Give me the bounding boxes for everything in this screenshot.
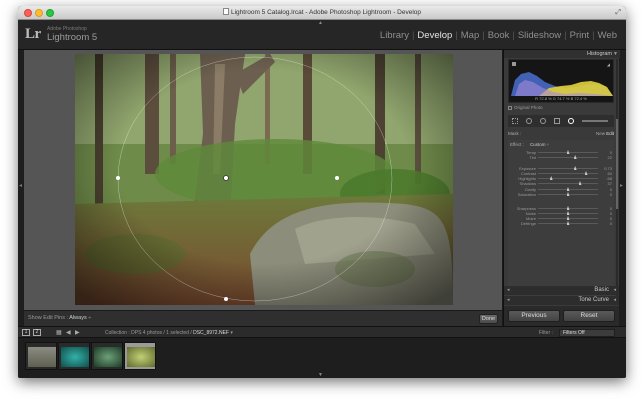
panel-button-bar: Previous Reset [503,306,619,326]
panel-scrollbar[interactable] [616,59,618,299]
slider-value: 22 [607,155,612,160]
spot-removal-icon[interactable] [526,118,532,124]
collapse-filmstrip-icon[interactable]: ▼ [318,372,323,378]
slider-track[interactable] [538,183,598,184]
slider-label: Tint [529,155,536,160]
crop-tool-icon[interactable] [512,118,518,124]
lightroom-logo: Lr [25,26,41,42]
histogram-header[interactable]: Histogram ▼ [504,50,620,58]
brand-name: Adobe Photoshop Lightroom 5 [47,26,98,43]
slider-track[interactable] [538,173,598,174]
slider-defringe[interactable]: Defringe 0 [508,221,614,226]
filmstrip-source[interactable]: Collection : DPS 4 photos / 1 selected /… [105,330,233,336]
module-book[interactable]: Book [485,30,513,41]
forest-photo [75,54,453,305]
expand-left-panel-icon[interactable]: ◂ [19,182,22,189]
photo-preview[interactable] [75,54,453,305]
effect-preset[interactable]: Effect : Custom ÷ [510,142,549,147]
slider-value: 0 [609,192,612,197]
filmstrip: ▼ [18,338,626,378]
histogram-readout: R 72.8 % G 74.7 % B 72.4 % [535,96,587,101]
expand-triangle-icon[interactable]: ◂ [613,287,616,293]
photo-canvas[interactable] [24,50,502,310]
tone-curve-panel-header[interactable]: ◂ Tone Curve ◂ [503,296,619,305]
module-print[interactable]: Print [567,30,593,41]
mask-edit-button[interactable]: Edit [606,131,614,136]
original-photo-checkbox[interactable]: Original Photo [508,105,543,110]
module-picker: Library | Develop | Map | Book | Slideshow | Print… [377,30,620,41]
mask-new-button[interactable]: New [596,131,605,136]
collapse-right-panel-icon[interactable]: ▸ [620,182,623,189]
page-1-button[interactable]: 1 [22,329,30,336]
slider-track[interactable] [538,178,598,179]
collapse-triangle-icon[interactable]: ▼ [613,51,618,57]
slider-label: Defringe [520,221,536,226]
basic-panel-header[interactable]: ◂ Basic ◂ [503,286,619,295]
tool-strip [508,115,614,127]
module-develop[interactable]: Develop [414,30,455,41]
module-library[interactable]: Library [377,30,412,41]
thumbnail-image [94,347,122,367]
radial-filter-panel: Effect : Custom ÷ Temp 0 Tint 22 Exposure 0.73… [508,140,614,300]
right-panel-toggle[interactable]: ▸ [619,50,626,326]
mask-row: Mask : New Edit [508,131,614,136]
lightroom-window: Lightroom 5 Catalog.lrcat - Adobe Photos… [18,6,626,378]
slider-tint[interactable]: Tint 22 [508,155,614,160]
slider-label: Saturation [517,192,536,197]
histogram[interactable]: ◢ R 72.8 % G 74.7 % B 72.4 % [508,59,614,103]
filter-select[interactable]: Filters Off [559,329,615,337]
slider-label: Shadows [519,181,536,186]
collapse-top-panel-icon[interactable]: ▲ [318,20,323,26]
slider-shadows[interactable]: Shadows 37 [508,181,614,186]
slider-track[interactable] [538,168,598,169]
brush-slider[interactable] [582,120,608,122]
graduated-filter-icon[interactable] [554,118,560,124]
title-bar: Lightroom 5 Catalog.lrcat - Adobe Photos… [18,6,626,20]
slider-value: 37 [607,181,612,186]
filmstrip-toolbar: 1 2 ▦ ◀ ▶ Collection : DPS 4 photos / 1 … [18,326,626,338]
slider-saturation[interactable]: Saturation 0 [508,192,614,197]
filmstrip-thumb[interactable] [58,342,90,370]
previous-button[interactable]: Previous [508,310,560,322]
show-edit-pins-control[interactable]: Show Edit Pins : Always ÷ [28,315,91,321]
module-web[interactable]: Web [595,30,620,41]
slider-value: 0 [609,221,612,226]
solo-icon: ◂ [507,287,510,293]
thumbnail-image [61,347,89,367]
filmstrip-thumb-selected[interactable] [124,342,156,370]
red-eye-icon[interactable] [540,118,546,124]
module-map[interactable]: Map [458,30,482,41]
highlight-clipping-icon[interactable]: ◢ [607,62,610,67]
grid-view-icon[interactable]: ▦ [56,329,62,336]
reset-button[interactable]: Reset [563,310,615,322]
thumbnail-image [28,347,56,367]
forward-arrow-icon[interactable]: ▶ [75,329,80,336]
window-title: Lightroom 5 Catalog.lrcat - Adobe Photos… [18,8,626,16]
slider-track[interactable] [538,157,598,158]
radial-filter-icon[interactable] [568,118,574,124]
checkbox-icon [508,106,512,110]
identity-plate-bar: ▲ Lr Adobe Photoshop Lightroom 5 Library… [18,20,626,50]
filmstrip-thumb[interactable] [91,342,123,370]
right-panel: Histogram ▼ ◢ R 72.8 % G 74.7 % B 72.4 %… [503,50,620,326]
shadow-clipping-icon[interactable] [512,62,516,66]
page-2-button[interactable]: 2 [33,329,41,336]
filmstrip-thumb[interactable] [25,342,57,370]
expand-triangle-icon[interactable]: ◂ [613,297,616,303]
document-icon [222,8,229,15]
module-slideshow[interactable]: Slideshow [515,30,564,41]
back-arrow-icon[interactable]: ◀ [66,329,71,336]
scroll-thumb[interactable] [616,119,618,209]
done-button[interactable]: Done [479,314,498,324]
develop-toolbar: Show Edit Pins : Always ÷ Done [24,310,502,326]
solo-icon: ◂ [507,297,510,303]
thumbnail-image [127,347,155,367]
fullscreen-icon[interactable]: ⤢ [615,9,621,17]
